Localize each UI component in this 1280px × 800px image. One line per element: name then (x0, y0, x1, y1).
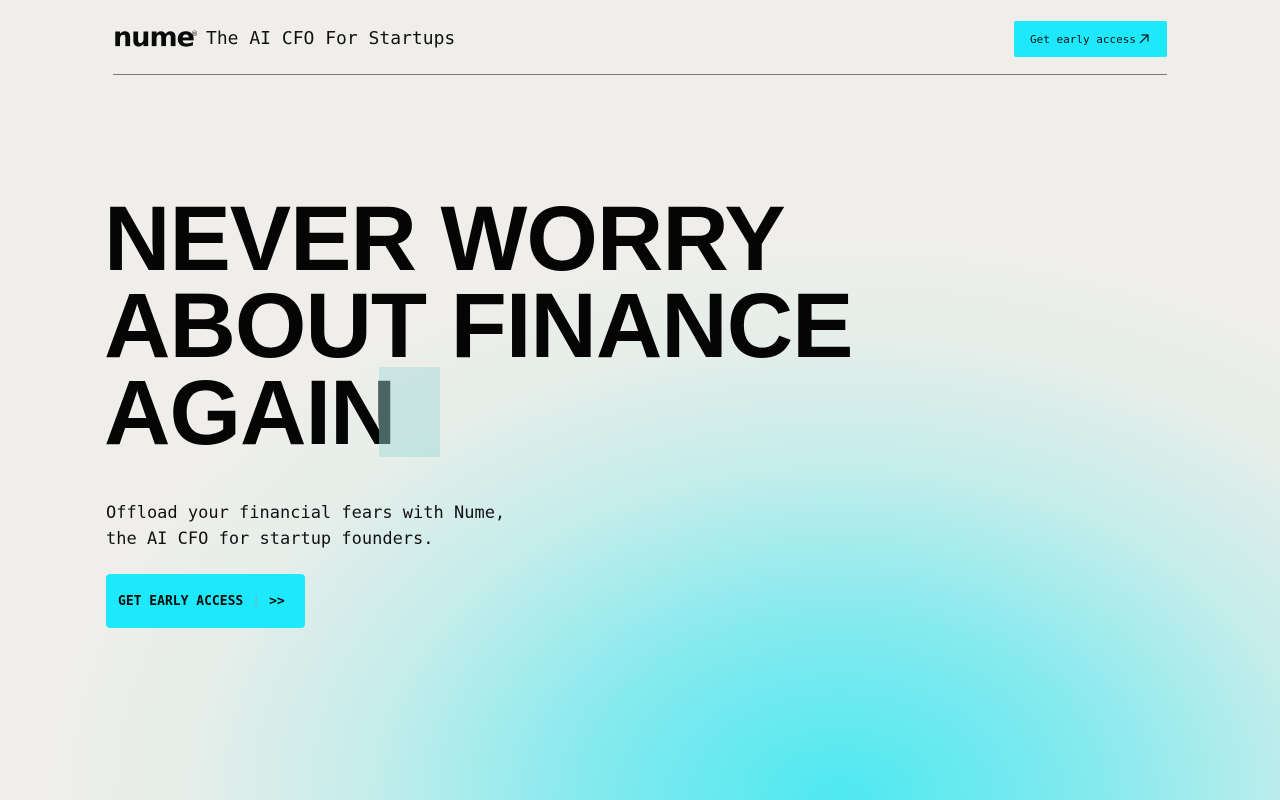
hero-get-early-access-button[interactable]: GET EARLY ACCESS | >> (106, 574, 305, 628)
registered-mark: ® (191, 30, 198, 38)
hero-subtitle-line-1: Offload your financial fears with Nume, (106, 503, 506, 523)
hero-headline: NEVER WORRY ABOUT FINANCE AGAIN (104, 188, 854, 464)
hero-cta-label: GET EARLY ACCESS (118, 593, 244, 609)
hero-headline-line-2: ABOUT FINANCE (104, 275, 854, 377)
arrow-up-right-icon (1139, 34, 1149, 44)
double-chevron-right-icon: >> (269, 593, 285, 609)
header-get-early-access-button[interactable]: Get early access (1014, 21, 1167, 57)
logo-text: nume (113, 22, 195, 53)
site-header: nume ® The AI CFO For Startups Get early… (113, 0, 1167, 75)
typing-cursor (379, 367, 440, 457)
header-tagline: The AI CFO For Startups (206, 28, 456, 49)
nume-logo[interactable]: nume (113, 22, 195, 53)
hero-cta-separator: | (252, 593, 261, 609)
hero-headline-line-1: NEVER WORRY (104, 188, 786, 290)
header-cta-label: Get early access (1030, 32, 1136, 46)
hero-headline-line-3: AGAIN (104, 362, 396, 464)
hero-subtitle-line-2: the AI CFO for startup founders. (106, 529, 434, 549)
hero-subtitle: Offload your financial fears with Nume, … (106, 500, 505, 552)
